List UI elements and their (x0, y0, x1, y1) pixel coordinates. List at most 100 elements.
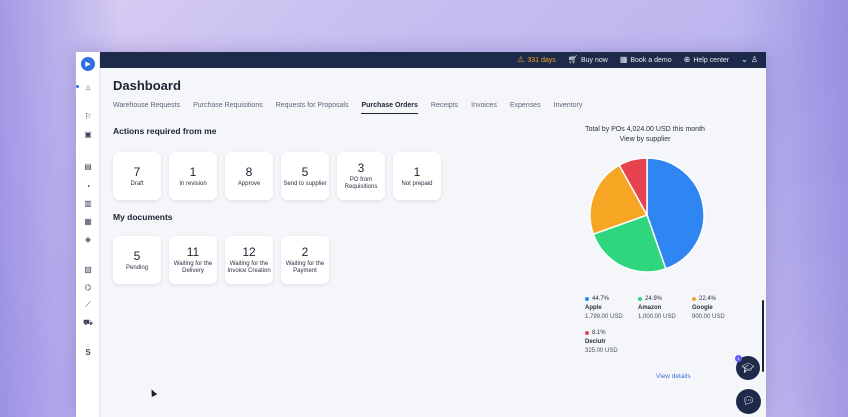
chart-subtitle[interactable]: View by supplier (550, 136, 740, 143)
action-card-draft[interactable]: 7 Draft (113, 152, 161, 200)
action-card-po-from-requisitions[interactable]: 3 PO from Requisitions (337, 152, 385, 200)
tab-warehouse-requests[interactable]: Warehouse Requests (113, 102, 180, 114)
legend-item-apple: 44.7% Apple 1,799.00 USD (585, 296, 637, 320)
warning-icon: ⚠ (517, 55, 525, 64)
requisition-icon[interactable]: ▣ (82, 128, 94, 140)
tab-purchase-orders[interactable]: Purchase Orders (361, 102, 418, 114)
action-card-not-prepaid[interactable]: 1 Not prepaid (393, 152, 441, 200)
card-label: Waiting for the Invoice Creation (227, 261, 271, 274)
actions-cards: 7 Draft 1 In revision 8 Approve 5 Send to su… (113, 152, 441, 200)
legend-pct: 8.1% (592, 330, 606, 336)
doc-card-waiting-invoice[interactable]: 12 Waiting for the Invoice Creation (225, 236, 273, 284)
doc-card-waiting-payment[interactable]: 2 Waiting for the Payment (281, 236, 329, 284)
action-card-send-to-supplier[interactable]: 5 Send to supplier (281, 152, 329, 200)
book-demo-button[interactable]: ▦ Book a demo (620, 56, 672, 64)
supplier-pie-chart-panel: Total by POs 4,024.00 USD this month Vie… (550, 126, 750, 380)
actions-section-title: Actions required from me (113, 126, 217, 136)
help-center-label: Help center (693, 56, 730, 64)
legend-amount: 1,799.00 USD (585, 314, 623, 320)
calendar-icon: ▦ (619, 55, 628, 64)
card-label: In revision (179, 180, 207, 187)
vertical-scrollbar[interactable] (762, 300, 764, 372)
settings-s-icon[interactable]: S (82, 346, 94, 358)
trial-indicator[interactable]: ⚠ 331 days (517, 56, 556, 64)
documents-cards: 5 Pending 11 Waiting for the Delivery 12 Wa… (113, 236, 329, 284)
legend-item-google: 22.4% Google 900.00 USD (692, 296, 744, 320)
top-bar: ⚠ 331 days 🛒︎ Buy now ▦ Book a demo ⊕ He… (100, 52, 766, 68)
legend-swatch (585, 297, 589, 301)
legend-pct: 22.4% (699, 296, 717, 302)
tab-requests-for-proposals[interactable]: Requests for Proposals (276, 102, 349, 114)
sidebar: ▶ ⌂ ⚐ ▣ ▤ ◔ ▥ ▦ ◈ ▧ ⌬ ⟋ ⛟ S (76, 52, 100, 417)
action-card-approve[interactable]: 8 Approve (225, 152, 273, 200)
tab-invoices[interactable]: Invoices (471, 102, 497, 114)
legend-item-amazon: 24.9% Amazon 1,000.00 USD (638, 296, 690, 320)
user-menu[interactable]: ⌄ ♙ (741, 56, 758, 64)
expense-icon[interactable]: ◈ (82, 233, 94, 245)
analytics-icon[interactable]: ⟋ (82, 299, 94, 311)
chat-bubble-icon: 💬︎ (742, 396, 755, 407)
book-demo-label: Book a demo (630, 56, 672, 64)
pie-chart (589, 157, 705, 273)
card-label: Waiting for the Payment (285, 261, 325, 274)
supplier-icon[interactable]: ⌬ (82, 281, 94, 293)
delivery-icon[interactable]: ⛟ (82, 317, 94, 329)
warehouse-request-icon[interactable]: ⚐ (82, 110, 94, 122)
legend-swatch (638, 297, 642, 301)
legend-name: Apple (585, 305, 602, 311)
active-indicator-dot (76, 85, 79, 88)
card-label: Approve (237, 180, 261, 187)
card-count: 8 (245, 164, 253, 179)
card-count: 11 (186, 245, 200, 260)
legend-swatch (585, 331, 589, 335)
chevron-down-icon: ⌄ (741, 55, 748, 64)
card-count: 2 (301, 245, 309, 260)
legend-swatch (692, 297, 696, 301)
page-title: Dashboard (113, 78, 181, 93)
cart-icon: 🛒︎ (567, 55, 578, 64)
action-card-in-revision[interactable]: 1 In revision (169, 152, 217, 200)
purchase-order-icon[interactable]: ◔ (82, 180, 94, 192)
legend-item-declutr: 8.1% Declutr 325.00 USD (585, 330, 637, 354)
graduation-cap-icon: 🎓︎ (741, 362, 755, 374)
card-label: Pending (125, 264, 149, 271)
doc-card-pending[interactable]: 5 Pending (113, 236, 161, 284)
card-count: 1 (189, 164, 197, 179)
user-icon: ♙ (750, 55, 758, 64)
tab-bar: Warehouse Requests Purchase Requisitions… (113, 102, 582, 114)
invoice-icon[interactable]: ▦ (82, 215, 94, 227)
card-label: Not prepaid (401, 180, 433, 187)
tab-receipts[interactable]: Receipts (431, 102, 458, 114)
notification-badge: 1 (735, 355, 742, 362)
card-count: 3 (357, 161, 365, 176)
buy-now-button[interactable]: 🛒︎ Buy now (568, 56, 608, 64)
inventory-icon[interactable]: ▧ (82, 263, 94, 275)
legend-name: Google (692, 305, 713, 311)
card-label: PO from Requisitions (344, 177, 378, 190)
legend-name: Amazon (638, 305, 662, 311)
home-icon[interactable]: ⌂ (82, 81, 94, 93)
tab-expenses[interactable]: Expenses (510, 102, 541, 114)
pie-wrapper (588, 156, 706, 279)
trial-days: 331 days (527, 56, 556, 64)
proposal-icon[interactable]: ▤ (82, 160, 94, 172)
tab-purchase-requisitions[interactable]: Purchase Requisitions (193, 102, 263, 114)
app-logo[interactable]: ▶ (81, 57, 95, 71)
legend-amount: 325.00 USD (585, 348, 618, 354)
help-center-button[interactable]: ⊕ Help center (684, 56, 730, 64)
legend-pct: 44.7% (592, 296, 610, 302)
card-count: 7 (133, 164, 141, 179)
legend-name: Declutr (585, 339, 606, 345)
receipt-icon[interactable]: ▥ (82, 197, 94, 209)
tab-inventory[interactable]: Inventory (554, 102, 583, 114)
chat-button[interactable]: 💬︎ (736, 389, 761, 414)
view-details-link[interactable]: View details (656, 373, 691, 380)
card-label: Send to supplier (283, 180, 327, 187)
documents-section-title: My documents (113, 212, 173, 222)
legend-amount: 900.00 USD (692, 314, 725, 320)
doc-card-waiting-delivery[interactable]: 11 Waiting for the Delivery (169, 236, 217, 284)
card-count: 1 (413, 164, 421, 179)
card-count: 12 (242, 245, 256, 260)
app-window: ▶ ⌂ ⚐ ▣ ▤ ◔ ▥ ▦ ◈ ▧ ⌬ ⟋ ⛟ S ⚠ 331 days 🛒… (76, 52, 766, 417)
legend-amount: 1,000.00 USD (638, 314, 676, 320)
